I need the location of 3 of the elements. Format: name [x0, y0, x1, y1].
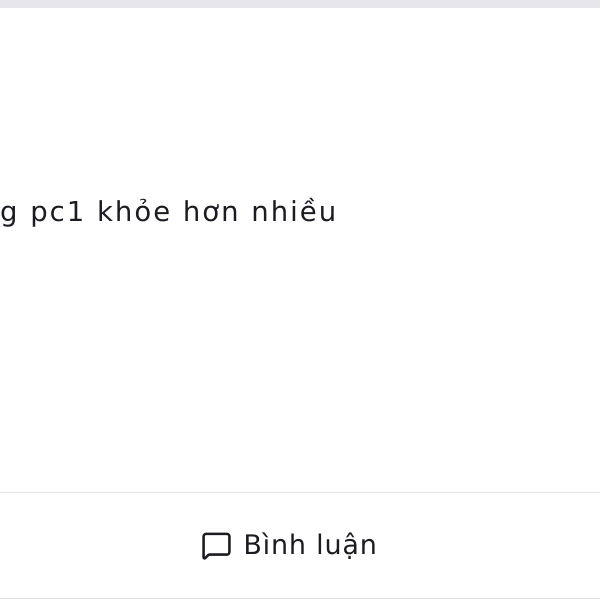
- comment-button[interactable]: Bình luận: [197, 524, 382, 567]
- post-text: g pc1 khỏe hơn nhiều: [0, 195, 338, 230]
- comment-icon: [201, 530, 232, 561]
